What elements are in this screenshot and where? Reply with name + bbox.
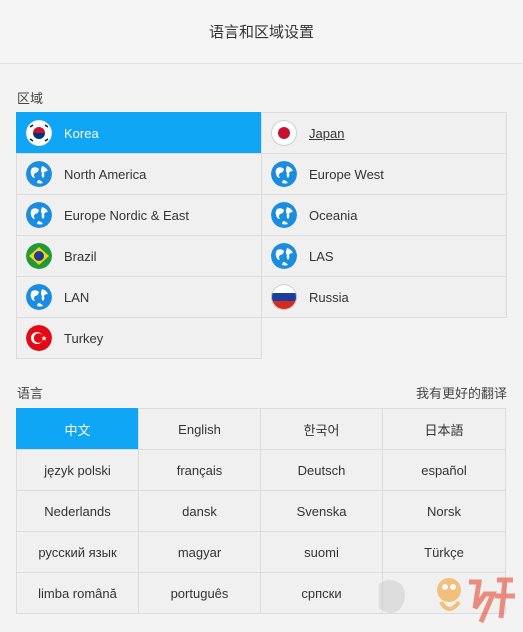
region-turkey[interactable]: Turkey [16,317,262,359]
language-option[interactable]: 日本語 [382,408,506,450]
region-label: Korea [64,125,99,141]
language-option[interactable]: Deutsch [260,449,383,491]
globe-icon [26,284,52,310]
language-option[interactable]: magyar [138,531,261,573]
language-option[interactable]: français [138,449,261,491]
language-option[interactable]: język polski [16,449,139,491]
language-section-label: 语言 [17,386,44,401]
language-label: język polski [44,462,111,478]
region-label: Europe West [309,166,384,182]
turkey-flag-icon [26,325,52,351]
globe-icon [26,161,52,187]
region-section-label: 区域 [17,91,44,106]
language-label: Svenska [296,503,347,519]
region-label: Turkey [64,330,104,346]
language-label: français [176,462,223,478]
language-label: suomi [304,544,339,560]
language-label: English [178,421,221,437]
region-label: North America [64,166,147,182]
region-north-america[interactable]: North America [16,153,262,195]
language-label: 한국어 [303,422,340,438]
language-label: português [170,585,229,601]
language-option[interactable]: español [382,449,506,491]
region-label: Europe Nordic & East [64,207,190,223]
language-option[interactable]: limba română [16,572,139,614]
region-japan[interactable]: Japan [261,112,507,154]
dialog-header: 语言和区域设置 [0,0,523,64]
region-label: Brazil [64,248,97,264]
language-label: dansk [182,503,217,519]
language-option[interactable]: English [138,408,261,450]
dialog-title: 语言和区域设置 [208,24,314,41]
brazil-flag-icon [26,243,52,269]
language-option[interactable]: Svenska [260,490,383,532]
korea-flag-icon [26,120,52,146]
language-option[interactable]: Norsk [382,490,506,532]
language-label: српски [301,585,342,601]
russia-flag-icon [271,284,297,310]
language-label: limba română [38,585,117,601]
region-las[interactable]: LAS [261,235,507,277]
language-option[interactable]: 한국어 [260,408,383,450]
region-label: Russia [309,289,349,305]
language-grid: 中文 English 한국어 日本語 język polski français Deuts… [16,408,507,614]
language-option[interactable] [382,572,506,614]
language-option[interactable]: dansk [138,490,261,532]
better-translation-link[interactable]: 我有更好的翻译 [416,383,507,402]
region-lan[interactable]: LAN [16,276,262,318]
region-label: Oceania [309,207,358,223]
language-label: 日本語 [424,422,464,438]
globe-icon [26,202,52,228]
region-oceania[interactable]: Oceania [261,194,507,236]
region-label: Japan [309,125,345,141]
language-label: Norsk [427,503,461,519]
language-option[interactable]: suomi [260,531,383,573]
region-label: LAN [64,289,90,305]
language-option[interactable]: русский язык [16,531,139,573]
region-europe-west[interactable]: Europe West [261,153,507,195]
globe-icon [271,202,297,228]
language-label: Deutsch [297,462,346,478]
japan-flag-icon [271,120,297,146]
language-label: español [421,462,467,478]
region-label: LAS [309,248,334,264]
globe-icon [271,243,297,269]
globe-icon [271,161,297,187]
language-label: русский язык [38,544,117,560]
language-option[interactable]: 中文 [16,408,139,450]
language-label: magyar [177,544,222,560]
language-option[interactable]: Türkçe [382,531,506,573]
region-grid: Korea Japan North America Europe West Europe… [16,112,507,359]
language-option[interactable]: português [138,572,261,614]
region-russia[interactable]: Russia [261,276,507,318]
language-label: Nederlands [44,503,111,519]
language-option[interactable]: српски [260,572,383,614]
language-option[interactable]: Nederlands [16,490,139,532]
region-brazil[interactable]: Brazil [16,235,262,277]
region-korea[interactable]: Korea [16,112,262,154]
region-europe-nordic-east[interactable]: Europe Nordic & East [16,194,262,236]
language-label: Türkçe [424,544,464,560]
language-label: 中文 [64,422,91,438]
